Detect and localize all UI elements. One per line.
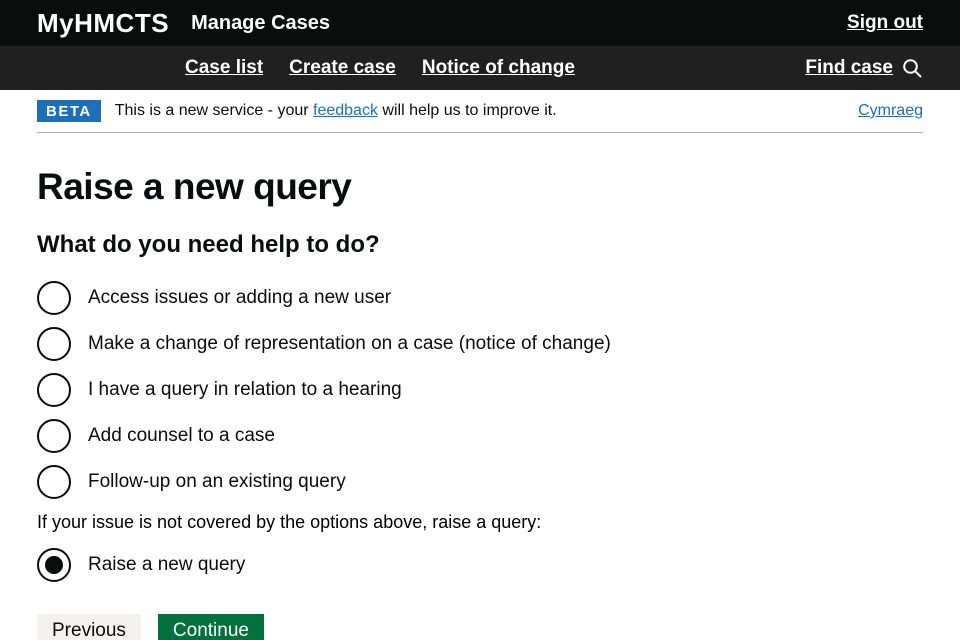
find-case-link[interactable]: Find case: [805, 57, 893, 79]
service-name: Manage Cases: [191, 12, 330, 35]
radio-label[interactable]: Raise a new query: [71, 554, 245, 576]
previous-button[interactable]: Previous: [37, 614, 141, 640]
language-toggle-link[interactable]: Cymraeg: [858, 102, 923, 120]
radio-option-change-of-representation[interactable]: Make a change of representation on a cas…: [37, 326, 923, 362]
beta-tag: BETA: [37, 100, 101, 122]
radio-label[interactable]: Access issues or adding a new user: [71, 287, 391, 309]
page-title: Raise a new query: [37, 166, 923, 208]
phase-banner-text: This is a new service - your feedback wi…: [115, 102, 557, 120]
fallback-instruction: If your issue is not covered by the opti…: [37, 512, 923, 533]
question-heading: What do you need help to do?: [37, 231, 923, 259]
radio-label[interactable]: Add counsel to a case: [71, 425, 275, 447]
radio-option-raise-new-query[interactable]: Raise a new query: [37, 547, 923, 583]
radio-button[interactable]: [37, 327, 71, 361]
radio-option-follow-up[interactable]: Follow-up on an existing query: [37, 464, 923, 500]
find-case[interactable]: Find case: [805, 57, 923, 79]
radio-option-add-counsel[interactable]: Add counsel to a case: [37, 418, 923, 454]
radio-option-access-issues[interactable]: Access issues or adding a new user: [37, 280, 923, 316]
nav-links: Case list Create case Notice of change: [185, 57, 575, 79]
radio-button[interactable]: [37, 419, 71, 453]
radio-button[interactable]: [37, 373, 71, 407]
app-name: MyHMCTS: [37, 8, 169, 39]
radio-button[interactable]: [37, 281, 71, 315]
nav-item-create-case[interactable]: Create case: [289, 57, 396, 79]
phase-banner: BETA This is a new service - your feedba…: [0, 90, 960, 133]
radio-button[interactable]: [37, 465, 71, 499]
nav-item-notice-of-change[interactable]: Notice of change: [422, 57, 575, 79]
radio-label[interactable]: Make a change of representation on a cas…: [71, 333, 611, 355]
feedback-link[interactable]: feedback: [313, 102, 378, 119]
main-content: Raise a new query What do you need help …: [37, 166, 923, 640]
continue-button[interactable]: Continue: [158, 614, 264, 640]
search-icon[interactable]: [902, 58, 923, 79]
app-header: MyHMCTS Manage Cases Sign out: [0, 0, 960, 46]
phase-text-before: This is a new service - your: [115, 102, 313, 119]
sign-out-link[interactable]: Sign out: [847, 12, 923, 34]
radio-label[interactable]: Follow-up on an existing query: [71, 471, 346, 493]
phase-text-after: will help us to improve it.: [378, 102, 557, 119]
nav-item-case-list[interactable]: Case list: [185, 57, 263, 79]
radio-option-hearing-query[interactable]: I have a query in relation to a hearing: [37, 372, 923, 408]
radio-button-selected[interactable]: [37, 548, 71, 582]
form-actions: Previous Continue: [37, 614, 923, 640]
radio-group: Access issues or adding a new user Make …: [37, 280, 923, 500]
primary-nav: Case list Create case Notice of change F…: [0, 46, 960, 90]
radio-label[interactable]: I have a query in relation to a hearing: [71, 379, 402, 401]
